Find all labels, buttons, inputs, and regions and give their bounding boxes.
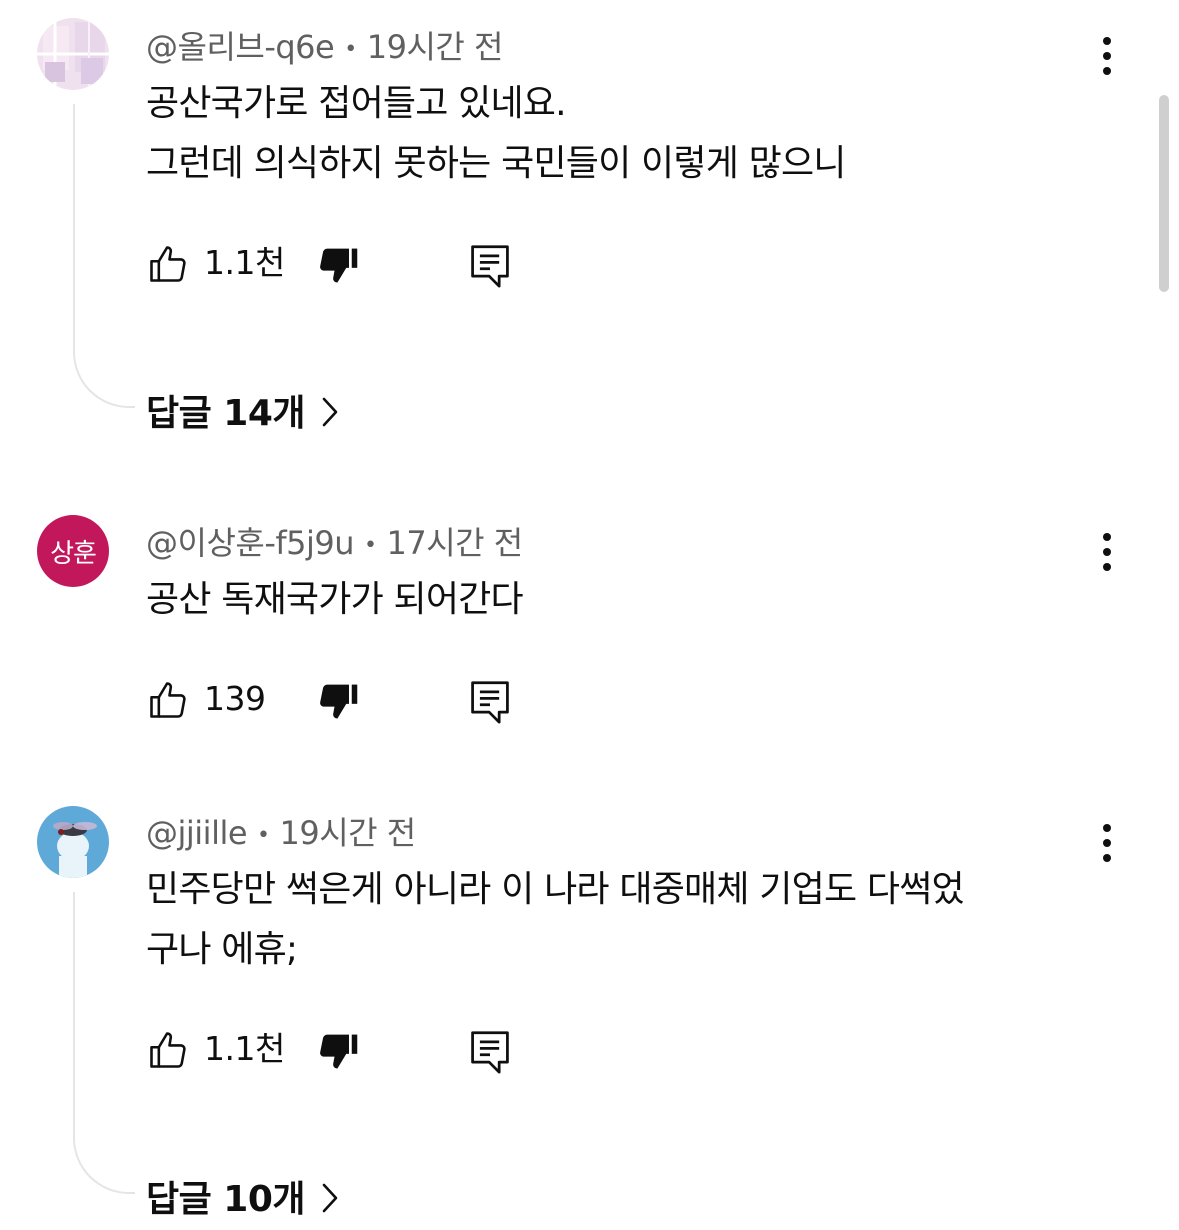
- separator-dot: •: [344, 36, 357, 62]
- comment-text-line: 공산 독재국가가 되어간다: [146, 579, 524, 620]
- author-name[interactable]: @이상훈-f5j9u: [146, 524, 355, 562]
- thumbs-up-icon[interactable]: [146, 1028, 190, 1076]
- comment-text-line: 그런데 의식하지 못하는 국민들이 이렇게 많으니: [146, 143, 846, 184]
- comment-time[interactable]: 19시간 전: [280, 814, 417, 852]
- more-vertical-icon[interactable]: [1096, 823, 1118, 863]
- chevron-right-icon: [319, 1183, 341, 1224]
- thread-line: [73, 892, 135, 1194]
- comments-page: @올리브-q6e • 19시간 전 공산국가로 접어들고 있네요. 그런데 의식하지…: [0, 0, 1179, 1230]
- more-vertical-icon[interactable]: [1096, 532, 1118, 572]
- comment-text-line: 민주당만 썩은게 아니라 이 나라 대중매체 기업도 다썩었: [146, 869, 965, 910]
- avatar[interactable]: [37, 18, 109, 90]
- reply-comment-icon[interactable]: [468, 1028, 512, 1080]
- thumbs-down-icon[interactable]: [316, 244, 360, 292]
- thumbs-down-icon[interactable]: [316, 1030, 360, 1078]
- like-count: 1.1천: [204, 1029, 285, 1068]
- comment-text-line: 구나 에휴;: [146, 929, 298, 970]
- comment-time[interactable]: 19시간 전: [367, 28, 504, 66]
- thumbs-down-icon[interactable]: [316, 680, 360, 728]
- avatar[interactable]: 상훈: [37, 515, 109, 587]
- avatar[interactable]: [37, 806, 109, 878]
- comment-meta: @올리브-q6e • 19시간 전: [146, 22, 503, 68]
- author-name[interactable]: @올리브-q6e: [146, 28, 335, 66]
- replies-toggle[interactable]: 답글 10개: [146, 1170, 341, 1224]
- separator-dot: •: [257, 822, 270, 848]
- avatar-initials: 상훈: [50, 538, 97, 569]
- comment-time[interactable]: 17시간 전: [387, 524, 524, 562]
- comment-text-line: 공산국가로 접어들고 있네요.: [146, 83, 567, 124]
- comment-text: 공산국가로 접어들고 있네요. 그런데 의식하지 못하는 국민들이 이렇게 많으…: [146, 74, 1086, 194]
- scrollbar[interactable]: [1159, 95, 1169, 292]
- comment-text: 민주당만 썩은게 아니라 이 나라 대중매체 기업도 다썩었 구나 에휴;: [146, 860, 1086, 980]
- thumbs-up-icon[interactable]: [146, 678, 190, 726]
- comment-meta: @이상훈-f5j9u • 17시간 전: [146, 518, 523, 564]
- comment-text: 공산 독재국가가 되어간다: [146, 570, 1086, 630]
- reply-comment-icon[interactable]: [468, 242, 512, 294]
- like-count: 139: [204, 679, 266, 718]
- separator-dot: •: [364, 532, 377, 558]
- replies-toggle[interactable]: 답글 14개: [146, 384, 341, 438]
- more-vertical-icon[interactable]: [1096, 36, 1118, 76]
- chevron-right-icon: [319, 397, 341, 438]
- thumbs-up-icon[interactable]: [146, 242, 190, 290]
- like-count: 1.1천: [204, 243, 285, 282]
- reply-comment-icon[interactable]: [468, 678, 512, 730]
- comment-actions: 1.1천: [146, 240, 566, 290]
- thread-line: [73, 104, 135, 408]
- replies-count: 답글 14개: [146, 393, 306, 434]
- comment-actions: 1.1천: [146, 1026, 566, 1076]
- replies-count: 답글 10개: [146, 1179, 306, 1220]
- comment-meta: @jjiille • 19시간 전: [146, 808, 416, 854]
- author-name[interactable]: @jjiille: [146, 814, 248, 852]
- comment-actions: 139: [146, 676, 566, 726]
